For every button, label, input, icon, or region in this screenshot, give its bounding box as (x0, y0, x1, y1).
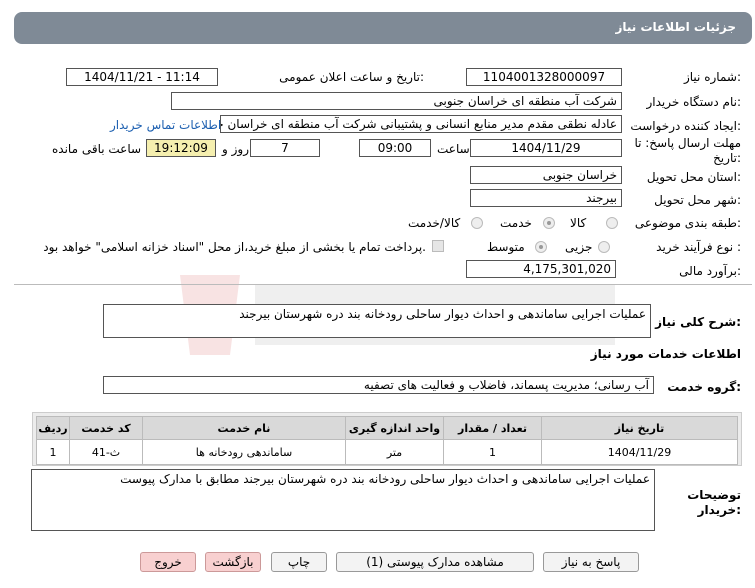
days-field: 7 (250, 139, 320, 157)
remaining-time-field: 19:12:09 (146, 139, 216, 157)
buyer-contact-link[interactable]: اطلاعات تماس خریدار (110, 118, 221, 132)
process-label: نوع فرآیند خرید : (656, 240, 741, 254)
col-date-header: تاریخ نیاز (541, 416, 738, 440)
treasury-checkbox[interactable] (432, 240, 444, 252)
col-qty-header: تعداد / مقدار (443, 416, 542, 440)
announce-label: تاریخ و ساعت اعلان عمومی: (279, 70, 424, 84)
deadline-label: مهلت ارسال پاسخ: تا تاریخ: (634, 136, 741, 165)
process-radio-minor[interactable] (598, 241, 610, 253)
notes-textarea[interactable]: عملیات اجرایی ساماندهی و احداث دیوار ساح… (31, 469, 655, 531)
page-title: جزئیات اطلاعات نیاز (615, 20, 736, 34)
category-radio-goods[interactable] (606, 217, 618, 229)
announce-field: 1404/11/21 - 11:14 (66, 68, 218, 86)
process-radio-medium[interactable] (535, 241, 547, 253)
city-field: بیرجند (470, 189, 622, 207)
print-button[interactable]: چاپ (271, 552, 327, 572)
category-radio-goods-service[interactable] (471, 217, 483, 229)
process-option-medium: متوسط (487, 240, 525, 254)
deadline-time-field: 09:00 (359, 139, 431, 157)
deadline-date-field: 1404/11/29 (470, 139, 622, 157)
col-code-header: کد خدمت (69, 416, 143, 440)
reply-button[interactable]: پاسخ به نیاز (543, 552, 639, 572)
buyer-org-field: شرکت آب منطقه ای خراسان جنوبی (171, 92, 622, 110)
service-group-label: گروه خدمت: (667, 380, 741, 394)
category-option-service: خدمت (500, 216, 532, 230)
services-table-container: ردیف کد خدمت نام خدمت واحد اندازه گیری ت… (32, 412, 742, 466)
cell-code: ث-41 (69, 439, 143, 465)
province-label: استان محل تحویل: (646, 170, 741, 184)
days-label: روز و (222, 142, 249, 156)
divider (14, 284, 752, 285)
process-option-minor: جزیی (565, 240, 593, 254)
cell-row: 1 (36, 439, 70, 465)
summary-textarea[interactable]: عملیات اجرایی ساماندهی و احداث دیوار ساح… (103, 304, 651, 338)
table-row: 1 ث-41 ساماندهی رودخانه ها متر 1 1404/11… (36, 439, 738, 465)
summary-label: شرح کلی نیاز: (655, 315, 741, 329)
col-unit-header: واحد اندازه گیری (345, 416, 444, 440)
province-field: خراسان جنوبی (470, 166, 622, 184)
creator-field: عادله نطقی مقدم مدیر منابع انسانی و پشتی… (220, 115, 622, 133)
service-group-field: آب رسانی؛ مدیریت پسماند، فاضلاب و فعالیت… (103, 376, 654, 394)
exit-button[interactable]: خروج (140, 552, 196, 572)
services-table: ردیف کد خدمت نام خدمت واحد اندازه گیری ت… (36, 416, 738, 465)
back-button[interactable]: بازگشت (205, 552, 261, 572)
view-attachments-button[interactable]: مشاهده مدارک پیوستی (1) (336, 552, 534, 572)
creator-label: ایجاد کننده درخواست: (630, 119, 741, 133)
category-label: طبقه بندی موضوعی: (634, 216, 741, 230)
notes-label-line1: توضیحات (687, 488, 741, 502)
need-number-label: شماره نیاز: (683, 70, 741, 84)
category-radio-service[interactable] (543, 217, 555, 229)
notes-label-line2: خریدار: (697, 503, 741, 517)
estimate-label: برآورد مالی: (679, 264, 741, 278)
services-title: اطلاعات خدمات مورد نیاز (590, 347, 741, 361)
cell-unit: متر (345, 439, 444, 465)
need-number-field: 1104001328000097 (466, 68, 622, 86)
page-header: جزئیات اطلاعات نیاز (14, 12, 752, 44)
buyer-org-label: نام دستگاه خریدار: (646, 95, 742, 109)
city-label: شهر محل تحویل: (654, 193, 741, 207)
payment-note: پرداخت تمام یا بخشی از مبلغ خرید،از محل … (43, 240, 426, 254)
cell-qty: 1 (443, 439, 542, 465)
deadline-time-label: ساعت (437, 142, 470, 156)
category-option-goods-service: کالا/خدمت (408, 216, 461, 230)
col-row-header: ردیف (36, 416, 70, 440)
remaining-time-label: ساعت باقی مانده (52, 142, 142, 156)
cell-date: 1404/11/29 (541, 439, 738, 465)
category-option-goods: کالا (570, 216, 587, 230)
col-name-header: نام خدمت (142, 416, 346, 440)
cell-name: ساماندهی رودخانه ها (142, 439, 346, 465)
estimate-field: 4,175,301,020 (466, 260, 616, 278)
